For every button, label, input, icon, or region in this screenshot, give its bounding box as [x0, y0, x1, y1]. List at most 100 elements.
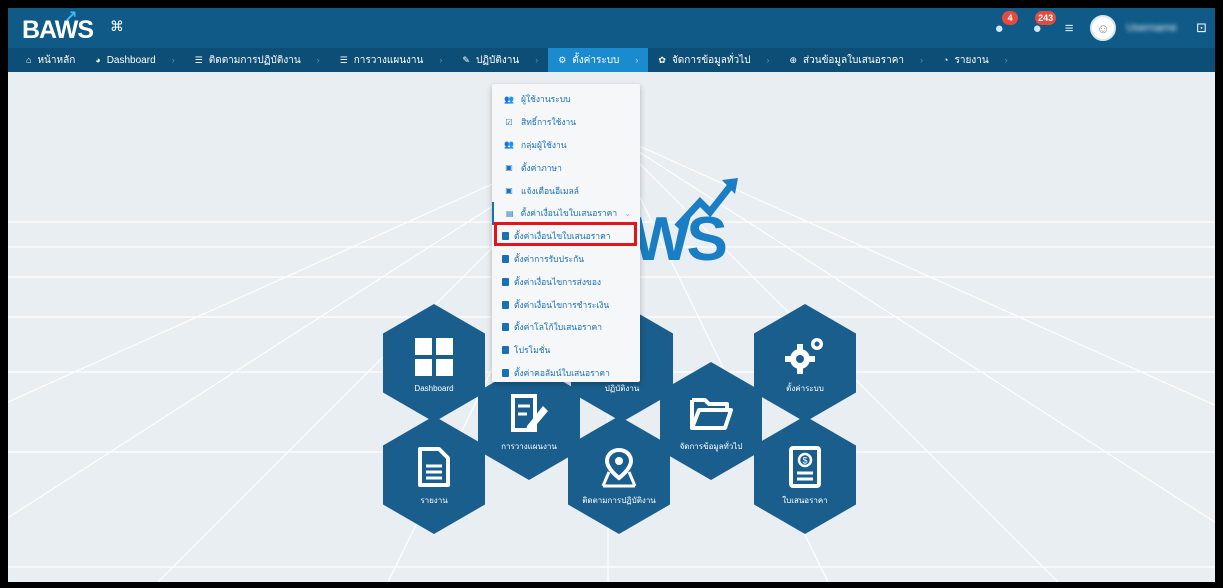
- menu-label: ตั้งค่าเงื่อนไขใบเสนอราคา: [520, 208, 618, 219]
- submenu-label: ตั้งค่าคอลัมน์ใบเสนอราคา: [514, 367, 610, 378]
- submenu-item-payment-condition[interactable]: ตั้งค่าเงื่อนไขการชำระเงิน: [492, 293, 640, 316]
- menu-label: แจ้งเตือนอีเมลล์: [521, 185, 579, 196]
- nav-item-data-mgmt[interactable]: ✿ จัดการข้อมูลทั่วไป ›: [648, 48, 779, 72]
- edit-document-icon: [506, 390, 552, 436]
- submenu-item-quotation-logo[interactable]: ตั้งค่าโลโก้ใบเสนอราคา: [492, 316, 640, 339]
- nav-label: การวางแผนงาน: [353, 54, 424, 66]
- chevron-down-icon: ⌄: [624, 208, 631, 218]
- submenu-label: ตั้งค่าเงื่อนไขการชำระเงิน: [514, 299, 610, 310]
- dashboard-grid-icon: [411, 334, 457, 380]
- chevron-right-icon: ›: [920, 55, 924, 65]
- chart-icon: ◔: [943, 55, 949, 65]
- submenu-label: ตั้งค่าเงื่อนไขการส่งของ: [514, 276, 602, 287]
- home-icon: ⌂: [26, 55, 32, 65]
- calendar-icon: ▣: [505, 163, 513, 173]
- submenu-item-warranty[interactable]: ตั้งค่าการรับประกัน: [492, 248, 640, 271]
- home-stage: WS Dashboard ปฏิบัติงาน การวางแผนงาน จัด: [8, 72, 1215, 582]
- nav-label: ปฏิบัติงาน: [475, 54, 520, 66]
- top-right-controls: ● 4 ● 243 ≡ ☺ Username ⊡: [988, 11, 1207, 42]
- gears-icon: [782, 332, 828, 378]
- top-bar: BAWS ↗ ⌘ ● 4 ● 243 ≡ ☺ Username ⊡: [8, 8, 1215, 48]
- submenu-label: ตั้งค่าการรับประกัน: [514, 253, 585, 264]
- hex-label: ตั้งค่าระบบ: [786, 383, 824, 393]
- nav-label: ติดตามการปฏิบัติงาน: [208, 54, 301, 66]
- bell-icon[interactable]: ● 4: [988, 11, 1019, 39]
- submenu-item-delivery-condition[interactable]: ตั้งค่าเงื่อนไขการส่งของ: [492, 270, 640, 293]
- list-menu-icon[interactable]: ≡: [1058, 17, 1080, 39]
- report-document-icon: [411, 444, 457, 490]
- invoice-icon: $: [782, 444, 828, 490]
- nav-label: ตั้งค่าระบบ: [572, 54, 620, 66]
- menu-label: ตั้งค่าภาษา: [521, 162, 562, 173]
- chevron-right-icon: ›: [316, 55, 320, 65]
- doc-icon: [502, 254, 509, 263]
- gear-icon: ✿: [658, 54, 666, 65]
- group-icon: 👥: [504, 140, 514, 150]
- doc-icon: [502, 277, 509, 286]
- nav-label: ส่วนข้อมูลใบเสนอราคา: [803, 54, 905, 66]
- nav-item-home[interactable]: ⌂ หน้าหลัก: [16, 48, 85, 72]
- username[interactable]: Username: [1126, 22, 1186, 34]
- menu-label: สิทธิ์การใช้งาน: [521, 117, 577, 128]
- nav-item-operate[interactable]: ✎ ปฏิบัติงาน ›: [452, 48, 548, 72]
- logo-text: BAWS: [22, 16, 94, 44]
- doc-icon: ▤: [506, 208, 514, 218]
- menu-item-email-alert[interactable]: ▣ แจ้งเตือนอีเมลล์: [492, 179, 640, 202]
- app-logo[interactable]: BAWS ↗: [22, 9, 94, 45]
- logout-icon[interactable]: ⊡: [1196, 20, 1207, 36]
- doc-icon: [502, 368, 509, 377]
- doc-icon: [502, 323, 509, 332]
- menu-item-user-groups[interactable]: 👥 กลุ่มผู้ใช้งาน: [492, 134, 640, 157]
- chevron-right-icon: ›: [171, 55, 175, 65]
- list-icon: ☰: [194, 54, 203, 65]
- list-icon: ☰: [339, 54, 348, 65]
- hex-label: Dashboard: [414, 383, 454, 393]
- hex-label: ติดตามการปฏิบัติงาน: [582, 495, 656, 505]
- bell-badge: 4: [1002, 11, 1019, 25]
- logo-arrow-icon: ↗: [64, 9, 77, 26]
- nav-item-dashboard[interactable]: ◕ Dashboard ›: [85, 48, 184, 72]
- chevron-right-icon: ›: [766, 55, 770, 65]
- svg-text:$: $: [802, 455, 807, 465]
- logo-arrow-icon: [674, 178, 738, 230]
- chevron-right-icon: ›: [439, 55, 443, 65]
- chevron-right-icon: ›: [635, 55, 639, 65]
- menu-label: กลุ่มผู้ใช้งาน: [521, 139, 567, 150]
- menu-item-language[interactable]: ▣ ตั้งค่าภาษา: [492, 156, 640, 179]
- chevron-right-icon: ›: [535, 55, 539, 65]
- menu-toggle-icon[interactable]: ⌘: [110, 18, 124, 35]
- nav-item-quotation[interactable]: ⊕ ส่วนข้อมูลใบเสนอราคา ›: [779, 48, 933, 72]
- app-window: BAWS ↗ ⌘ ● 4 ● 243 ≡ ☺ Username ⊡ ⌂ หน้า…: [8, 8, 1215, 582]
- menu-item-users[interactable]: 👥 ผู้ใช้งานระบบ: [492, 88, 640, 111]
- main-nav: ⌂ หน้าหลัก ◕ Dashboard › ☰ ติดตามการปฏิบ…: [8, 48, 1215, 72]
- menu-label: ผู้ใช้งานระบบ: [521, 94, 571, 105]
- nav-item-report[interactable]: ◔ รายงาน ›: [933, 48, 1018, 72]
- dashboard-icon: ◕: [95, 55, 101, 65]
- map-pin-icon: [596, 444, 642, 490]
- hex-label: ใบเสนอราคา: [782, 495, 828, 505]
- nav-item-planning[interactable]: ☰ การวางแผนงาน ›: [330, 48, 453, 72]
- submenu-item-quotation-columns[interactable]: ตั้งค่าคอลัมน์ใบเสนอราคา: [492, 362, 640, 385]
- nav-label: รายงาน: [954, 54, 989, 66]
- hex-label: จัดการข้อมูลทั่วไป: [679, 441, 743, 451]
- nav-label: Dashboard: [106, 54, 156, 66]
- gears-icon: ⚙: [558, 54, 567, 65]
- nav-label: จัดการข้อมูลทั่วไป: [671, 54, 751, 66]
- avatar[interactable]: ☺: [1090, 15, 1117, 41]
- tag-icon: ⊕: [789, 54, 798, 65]
- doc-icon: [502, 300, 509, 309]
- hex-label: การวางแผนงาน: [501, 441, 557, 451]
- notification-badge: 243: [1035, 11, 1057, 25]
- users-icon: 👥: [504, 94, 514, 104]
- chevron-right-icon: ›: [1004, 55, 1008, 65]
- submenu-label: ตั้งค่าโลโก้ใบเสนอราคา: [514, 322, 602, 333]
- highlight-box: [494, 222, 637, 246]
- calendar-icon: ▣: [505, 186, 513, 196]
- nav-item-tracking[interactable]: ☰ ติดตามการปฏิบัติงาน ›: [185, 48, 330, 72]
- menu-item-permissions[interactable]: ☑ สิทธิ์การใช้งาน: [492, 111, 640, 134]
- submenu-item-promotion[interactable]: โปรโมชั่น: [492, 339, 640, 362]
- nav-item-settings[interactable]: ⚙ ตั้งค่าระบบ ›: [548, 48, 649, 72]
- nav-label: หน้าหลัก: [37, 54, 76, 66]
- check-icon: ☑: [505, 117, 513, 127]
- notification-icon[interactable]: ● 243: [1026, 11, 1057, 39]
